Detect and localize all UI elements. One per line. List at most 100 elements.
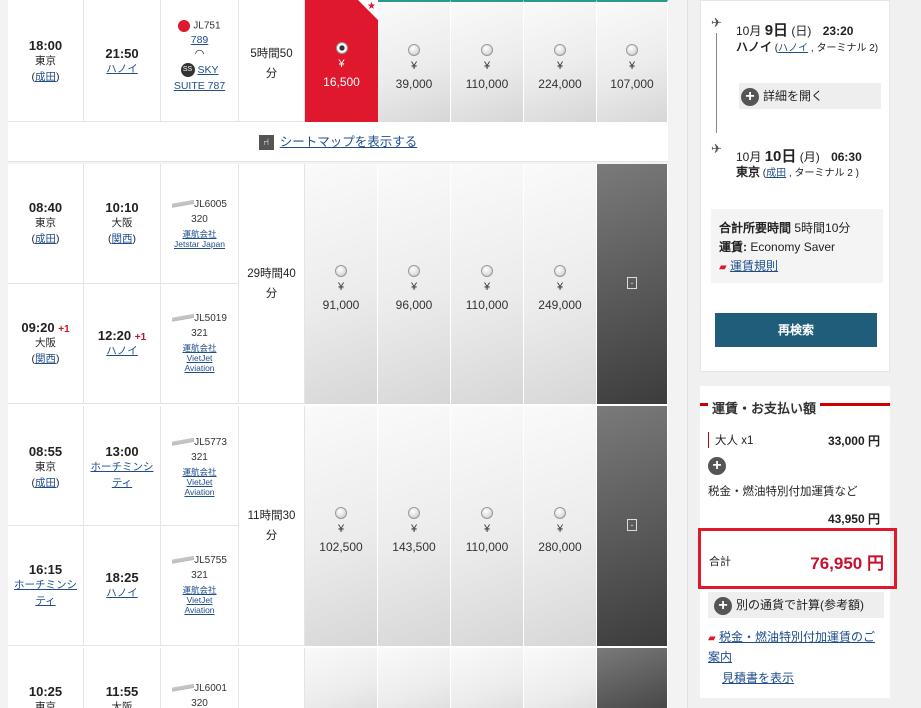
arr-airport-link[interactable]: 関西 xyxy=(112,233,133,245)
arr-airport-link[interactable]: 成田 xyxy=(766,168,786,179)
fare-cell[interactable]: ¥102,500 xyxy=(305,406,378,646)
fare-radio[interactable] xyxy=(554,44,566,56)
fare-radio[interactable] xyxy=(408,265,420,277)
fare-price: 16,500 xyxy=(323,75,360,89)
fare-cell[interactable]: ¥110,000 xyxy=(451,164,524,404)
fare-radio-selected[interactable] xyxy=(335,42,348,54)
fare-cell[interactable]: ¥280,000 xyxy=(524,406,597,646)
wifi-icon: ◠ xyxy=(194,48,205,60)
arr-city-link[interactable]: ハノイ xyxy=(106,587,138,599)
fare-radio[interactable] xyxy=(481,265,493,277)
operator-link[interactable]: Aviation xyxy=(161,605,238,615)
aircraft-link[interactable]: 789 xyxy=(191,34,209,46)
arr-city-link[interactable]: ホーチミンシティ xyxy=(91,461,154,489)
row3-leg1-departure: 08:55 東京 (成田) xyxy=(8,406,84,526)
fare-cell[interactable]: ¥107,000 xyxy=(597,0,668,122)
fare-cell-selected[interactable]: ★ ¥ 16,500 xyxy=(305,0,378,122)
sky-suite-icon: SS xyxy=(180,63,195,78)
fare-price: 107,000 xyxy=(610,77,654,91)
doc-icon: ▰ xyxy=(708,633,716,644)
fare-cell[interactable]: ¥91,000 xyxy=(305,164,378,404)
operator-link[interactable]: Aviation xyxy=(161,487,238,497)
dep-city: 東京 xyxy=(35,55,56,67)
dep-airport-link[interactable]: 関西 xyxy=(35,353,56,365)
row2-leg1-flight: JL6005 320 運航会社 Jetstar Japan xyxy=(161,164,239,284)
dep-city-link[interactable]: ホーチミンシティ xyxy=(14,579,77,607)
operator-link[interactable]: 運航会社 xyxy=(161,585,238,595)
fare-price: 110,000 xyxy=(465,77,509,91)
seatmap-row: ⑁ シートマップを表示する xyxy=(8,122,668,162)
fare-price: 249,000 xyxy=(538,298,582,312)
fare-radio[interactable] xyxy=(408,44,420,56)
seat-icon: ⑁ xyxy=(258,135,274,151)
arr-time: 21:50 xyxy=(105,46,139,61)
takeoff-icon: ✈ xyxy=(711,15,722,30)
fare-price: 280,000 xyxy=(538,540,582,554)
fare-cell[interactable]: ¥249,000 xyxy=(524,164,597,404)
dep-time: 18:00 xyxy=(28,38,63,53)
fare-radio[interactable] xyxy=(481,44,493,56)
row2-leg2-flight: JL5019 321 運航会社 VietJet Aviation xyxy=(161,284,239,404)
fare-cell[interactable]: ¥143,500 xyxy=(378,406,451,646)
sky-link[interactable]: SKY xyxy=(197,64,218,76)
fare-price: 102,500 xyxy=(319,540,363,554)
fare-radio[interactable] xyxy=(481,507,493,519)
arr-city-link[interactable]: ハノイ xyxy=(106,63,138,75)
plane-tail-icon xyxy=(172,435,195,446)
expand-taxes-button[interactable]: + xyxy=(708,457,726,475)
operator-link[interactable]: 運航会社 xyxy=(161,343,238,353)
taxes-info-link[interactable]: 税金・燃油特別付加運賃のご案内 xyxy=(708,630,875,664)
research-button[interactable]: 再検索 xyxy=(715,313,877,347)
row2-leg2-arrival: 12:20 +1 ハノイ xyxy=(84,284,161,404)
row2-leg1-arrival: 10:10 大阪 (関西) xyxy=(84,164,161,284)
sky-suite-link[interactable]: SUITE 787 xyxy=(174,80,225,92)
dep-airport-link[interactable]: 成田 xyxy=(35,71,56,83)
flight-results: 18:00 東京 (成田) 21:50 ハノイ JL751 789 ◠ SS S… xyxy=(0,0,688,708)
summary-sidebar: ✈ 10月 9日 (日) 23:20 ハノイ (ハノイ , ターミナル 2) +… xyxy=(688,0,921,708)
fare-radio[interactable] xyxy=(626,44,638,56)
fare-radio[interactable] xyxy=(408,507,420,519)
fare-cell[interactable]: ¥110,000 xyxy=(451,0,524,122)
fare-info-box: 合計所要時間 5時間10分 運賃: Economy Saver ▰ 運賃規則 xyxy=(711,209,883,283)
fare-radio[interactable] xyxy=(554,265,566,277)
estimate-link[interactable]: 見積書を表示 xyxy=(722,671,794,685)
payment-title: 運賃・お支払い額 xyxy=(708,398,821,417)
itinerary-panel: ✈ 10月 9日 (日) 23:20 ハノイ (ハノイ , ターミナル 2) +… xyxy=(700,0,890,372)
other-currency-button[interactable]: + 別の通貨で計算(参考額) xyxy=(708,592,884,618)
fare-radio[interactable] xyxy=(554,507,566,519)
operator-link[interactable]: Aviation xyxy=(161,363,238,373)
fare-radio[interactable] xyxy=(335,507,347,519)
operator-link[interactable]: VietJet xyxy=(161,353,238,363)
fare-rules-link[interactable]: 運賃規則 xyxy=(730,259,778,273)
fare-cell-unavailable: - xyxy=(597,164,668,404)
seatmap-link[interactable]: シートマップを表示する xyxy=(280,135,418,149)
fare-cell[interactable]: ¥110,000 xyxy=(451,406,524,646)
operator-link[interactable]: VietJet xyxy=(161,595,238,605)
fare-price: 39,000 xyxy=(395,77,433,91)
fare-cell[interactable]: ¥39,000 xyxy=(378,0,451,122)
row3-leg2-arrival: 18:25 ハノイ xyxy=(84,526,161,646)
row2-leg1-departure: 08:40 東京 (成田) xyxy=(8,164,84,284)
operator-link[interactable]: VietJet xyxy=(161,477,238,487)
fare-cell[interactable]: ¥96,000 xyxy=(378,164,451,404)
flight-number: JL751 xyxy=(193,20,221,32)
operator-link[interactable]: Jetstar Japan xyxy=(161,239,238,249)
dep-airport-link[interactable]: 成田 xyxy=(35,233,56,245)
fare-radio[interactable] xyxy=(335,265,347,277)
row4-arrival: 11:55 大阪 xyxy=(84,648,161,708)
fare-cell[interactable]: ¥224,000 xyxy=(524,0,597,122)
fare-price: 96,000 xyxy=(395,298,433,312)
fare-price: 110,000 xyxy=(465,540,509,554)
total-amount: 76,950 円 xyxy=(810,554,884,573)
row3-leg2-flight: JL5755 321 運航会社 VietJet Aviation xyxy=(161,526,239,646)
operator-link[interactable]: 運航会社 xyxy=(161,467,238,477)
dep-airport-link[interactable]: 成田 xyxy=(35,477,56,489)
plane-tail-icon xyxy=(172,553,195,564)
dep-airport-link[interactable]: ハノイ xyxy=(778,43,808,54)
operator-link[interactable]: 運航会社 xyxy=(161,229,238,239)
fare-price: 110,000 xyxy=(465,298,509,312)
total-highlight: 合計 76,950 円 xyxy=(698,528,897,589)
arr-city-link[interactable]: ハノイ xyxy=(106,345,138,357)
row4-departure: 10:25 東京 xyxy=(8,648,84,708)
details-open-button[interactable]: + 詳細を開く xyxy=(739,83,881,109)
